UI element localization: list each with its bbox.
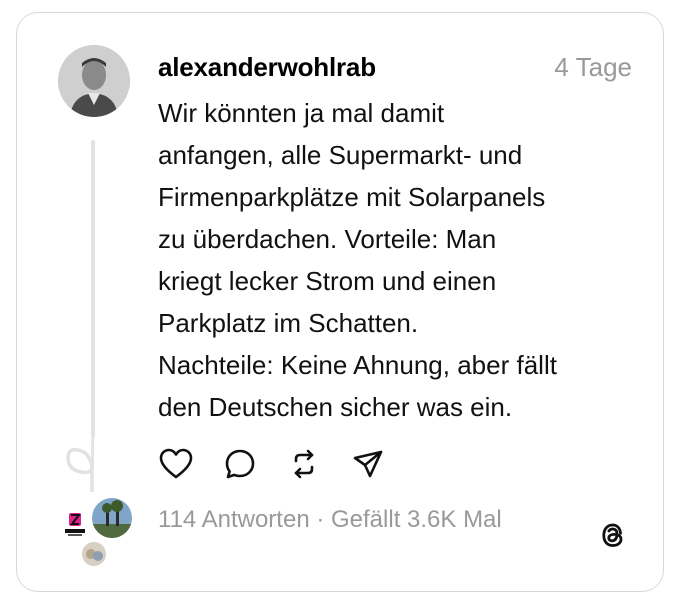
zapper-logo-icon (65, 513, 85, 536)
reply-avatar-zapper (60, 510, 90, 540)
author-avatar[interactable] (58, 45, 130, 117)
post-text: Wir könnten ja mal damit anfangen, alle … (158, 98, 557, 422)
author-photo (58, 45, 130, 117)
author-username[interactable]: alexanderwohlrab (158, 52, 376, 83)
reply-button[interactable] (222, 446, 258, 482)
comment-icon (225, 449, 255, 479)
heart-icon (159, 448, 193, 479)
reply-avatar-3 (82, 542, 106, 566)
reply-avatar-photo (92, 498, 132, 538)
repost-button[interactable] (286, 446, 322, 482)
reply-avatar-2 (92, 498, 132, 538)
action-bar (158, 446, 386, 482)
reply-avatars[interactable] (60, 496, 140, 572)
reply-avatar-photo-small (82, 542, 106, 566)
post-timestamp: 4 Tage (554, 52, 632, 82)
thread-loop-icon (66, 438, 94, 492)
thread-line (91, 140, 95, 438)
like-button[interactable] (158, 446, 194, 482)
share-button[interactable] (350, 446, 386, 482)
threads-logo-icon[interactable] (596, 518, 630, 552)
post-stats[interactable]: 114 Antworten · Gefällt 3.6K Mal (158, 506, 502, 534)
repost-icon (294, 449, 314, 479)
share-icon (353, 450, 383, 478)
